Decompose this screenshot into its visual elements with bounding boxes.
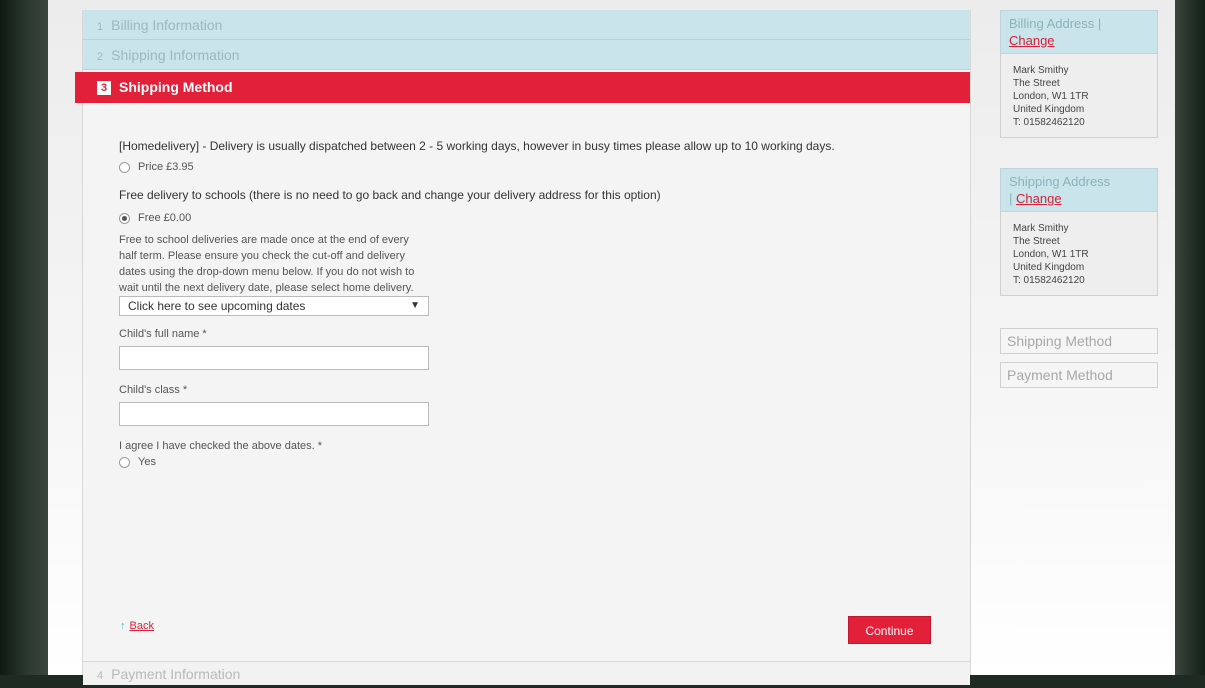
step-label: Billing Information [111, 17, 223, 33]
shipping-method-form: [Homedelivery] - Delivery is usually dis… [119, 138, 939, 468]
step-label: Shipping Method [119, 79, 233, 95]
home-delivery-price: Price £3.95 [138, 161, 194, 173]
billing-change-link[interactable]: Change [1009, 33, 1055, 48]
school-delivery-option[interactable]: Free £0.00 [119, 212, 939, 224]
address-line: Mark Smithy [1013, 223, 1069, 234]
school-delivery-description: Free delivery to schools (there is no ne… [119, 188, 661, 202]
agree-yes-label: Yes [138, 456, 156, 468]
back-link-container: ↑ Back [120, 620, 154, 632]
billing-address-header: Billing Address | Change [1000, 10, 1158, 53]
sidebar-payment-method: Payment Method [1000, 362, 1158, 388]
agree-yes-radio[interactable] [119, 456, 130, 468]
step-number: 2 [97, 51, 104, 63]
child-class-label: Child's class * [119, 384, 188, 396]
background-left [0, 0, 48, 675]
upcoming-dates-value: Click here to see upcoming dates [128, 299, 306, 313]
step-number: 4 [97, 670, 104, 682]
step-number: 3 [97, 81, 111, 95]
home-delivery-radio[interactable] [119, 161, 130, 173]
shipping-address-title: Shipping Address [1009, 174, 1111, 189]
address-line: T: 01582462120 [1013, 275, 1085, 286]
agree-yes-option[interactable]: Yes [119, 456, 939, 468]
checkout-panel: 1 Billing Information 2 Shipping Informati… [75, 10, 971, 685]
address-line: The Street [1013, 236, 1060, 247]
school-delivery-price: Free £0.00 [138, 212, 192, 224]
shipping-address-body: Mark Smithy The Street London, W1 1TR Un… [1000, 211, 1158, 296]
sidebar-shipping-address: Shipping Address | Change Mark Smithy Th… [1000, 168, 1158, 296]
address-line: United Kingdom [1013, 104, 1085, 115]
step-number: 1 [97, 21, 104, 33]
school-delivery-radio[interactable] [119, 212, 130, 224]
dropdown-arrow-icon: ▼ [410, 300, 420, 311]
step-shipping-method: 3 Shipping Method [75, 72, 970, 103]
school-delivery-note: Free to school deliveries are made once … [119, 234, 415, 294]
address-line: The Street [1013, 78, 1060, 89]
child-class-input[interactable] [119, 402, 429, 426]
separator: | [1097, 16, 1102, 31]
address-line: London, W1 1TR [1013, 249, 1089, 260]
step-shipping-information[interactable]: 2 Shipping Information [83, 40, 970, 70]
home-delivery-option[interactable]: Price £3.95 [119, 161, 939, 173]
step-billing-information[interactable]: 1 Billing Information [83, 10, 970, 40]
shipping-address-header: Shipping Address | Change [1000, 168, 1158, 211]
background-right [1175, 0, 1205, 675]
agree-dates-label: I agree I have checked the above dates. … [119, 440, 323, 452]
billing-address-title: Billing Address [1009, 16, 1095, 31]
upcoming-dates-select[interactable]: Click here to see upcoming dates ▼ [119, 296, 429, 316]
home-delivery-description: [Homedelivery] - Delivery is usually dis… [119, 139, 835, 153]
child-name-label: Child's full name * [119, 328, 207, 340]
sidebar-billing-address: Billing Address | Change Mark Smithy The… [1000, 10, 1158, 138]
address-line: T: 01582462120 [1013, 117, 1085, 128]
address-line: United Kingdom [1013, 262, 1085, 273]
up-arrow-icon: ↑ [120, 620, 126, 632]
back-link[interactable]: Back [130, 620, 154, 632]
sidebar-shipping-method: Shipping Method [1000, 328, 1158, 354]
step-label: Payment Information [111, 666, 241, 682]
separator: | [1009, 191, 1013, 206]
continue-button[interactable]: Continue [848, 616, 931, 644]
shipping-change-link[interactable]: Change [1016, 191, 1062, 206]
child-name-input[interactable] [119, 346, 429, 370]
billing-address-body: Mark Smithy The Street London, W1 1TR Un… [1000, 53, 1158, 138]
step-payment-information[interactable]: 4 Payment Information [83, 661, 970, 685]
address-line: Mark Smithy [1013, 65, 1069, 76]
step-label: Shipping Information [111, 47, 240, 63]
address-line: London, W1 1TR [1013, 91, 1089, 102]
